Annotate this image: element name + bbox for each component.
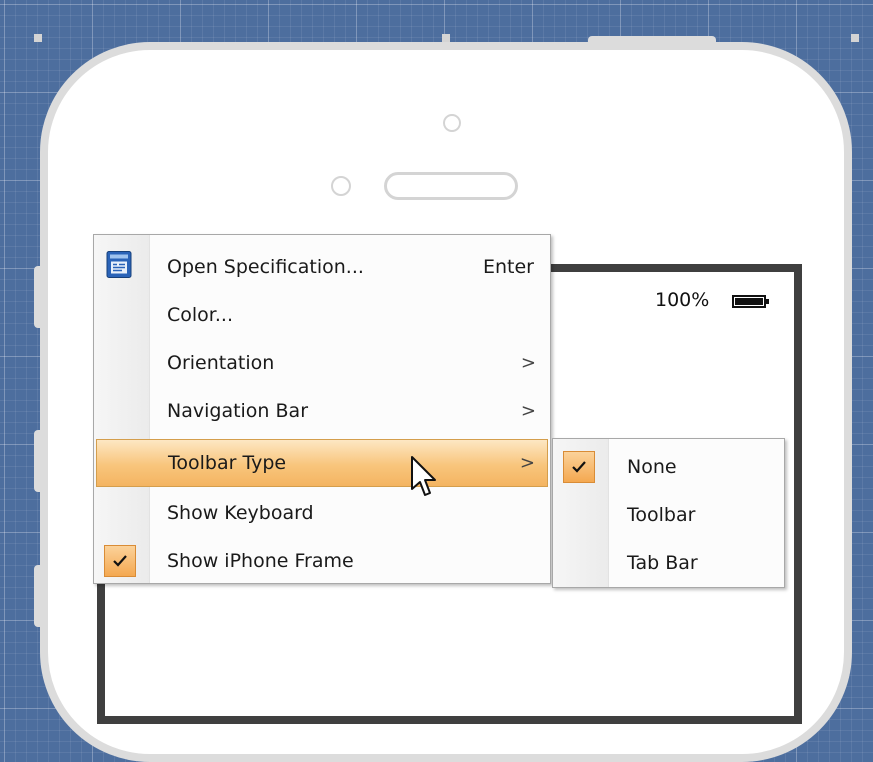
submenu-item-tab-bar[interactable]: Tab Bar <box>555 539 782 587</box>
menu-item-orientation[interactable]: Orientation > <box>96 339 548 387</box>
toolbar-type-submenu: None Toolbar Tab Bar <box>552 438 785 588</box>
menu-item-open-specification[interactable]: Open Specification... Enter <box>96 243 548 291</box>
menu-item-label: Toolbar <box>627 504 696 526</box>
selection-handle-top-left[interactable] <box>34 34 42 42</box>
menu-item-label: Color... <box>167 304 233 326</box>
menu-item-label: None <box>627 456 677 478</box>
menu-item-label: Navigation Bar <box>167 400 309 422</box>
menu-item-label: Orientation <box>167 352 275 374</box>
submenu-arrow-icon: > <box>520 352 536 374</box>
battery-percentage: 100% <box>655 289 710 311</box>
selection-handle-top-middle[interactable] <box>442 34 450 42</box>
checkmark-icon <box>104 545 136 577</box>
menu-item-label: Toolbar Type <box>168 452 287 474</box>
submenu-arrow-icon: > <box>519 452 535 474</box>
menu-item-show-keyboard[interactable]: Show Keyboard <box>96 489 548 537</box>
checkmark-icon <box>563 451 595 483</box>
menu-item-label: Show iPhone Frame <box>167 550 354 572</box>
earpiece-speaker <box>384 172 518 200</box>
mouse-pointer-icon <box>410 455 438 503</box>
battery-icon <box>732 295 766 308</box>
submenu-arrow-icon: > <box>520 400 536 422</box>
proximity-sensor <box>331 176 351 196</box>
menu-item-color[interactable]: Color... <box>96 291 548 339</box>
selection-handle-top-right[interactable] <box>851 34 859 42</box>
menu-item-show-iphone-frame[interactable]: Show iPhone Frame <box>96 537 548 585</box>
submenu-item-toolbar[interactable]: Toolbar <box>555 491 782 539</box>
specification-icon <box>106 251 132 284</box>
menu-item-label: Open Specification... <box>167 256 364 278</box>
menu-item-toolbar-type[interactable]: Toolbar Type > <box>96 439 548 487</box>
context-menu: Open Specification... Enter Color... Ori… <box>93 234 551 584</box>
menu-item-label: Show Keyboard <box>167 502 314 524</box>
battery-tip <box>766 299 769 304</box>
submenu-item-none[interactable]: None <box>555 443 782 491</box>
menu-item-navigation-bar[interactable]: Navigation Bar > <box>96 387 548 435</box>
front-camera <box>443 114 461 132</box>
menu-item-label: Tab Bar <box>627 552 698 574</box>
menu-item-shortcut: Enter <box>483 256 534 278</box>
